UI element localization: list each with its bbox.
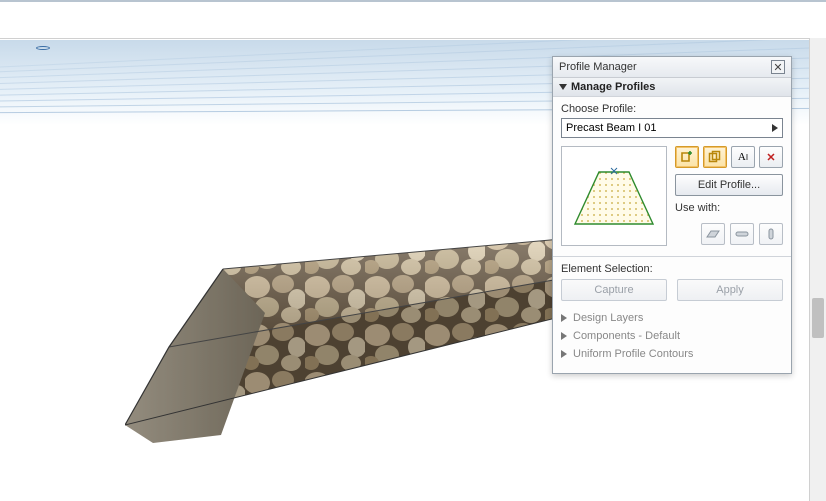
rename-icon: AI (738, 151, 748, 163)
scroll-thumb[interactable] (812, 298, 824, 338)
edit-profile-button[interactable]: Edit Profile... (675, 174, 783, 196)
profile-manager-panel: Profile Manager ✕ Manage Profiles Choose… (552, 56, 792, 374)
section-contours[interactable]: Uniform Profile Contours (561, 345, 783, 363)
rename-profile-button[interactable]: AI (731, 146, 755, 168)
new-profile-icon (680, 150, 694, 164)
choose-profile-label: Choose Profile: (561, 103, 783, 115)
duplicate-profile-button[interactable] (703, 146, 727, 168)
duplicate-profile-icon (708, 150, 722, 164)
panel-close-button[interactable]: ✕ (771, 60, 785, 74)
new-profile-button[interactable] (675, 146, 699, 168)
separator (553, 256, 791, 257)
section-design-layers[interactable]: Design Layers (561, 309, 783, 327)
use-with-column-button[interactable] (759, 223, 783, 245)
wall-icon (706, 228, 720, 240)
column-icon (764, 228, 778, 240)
section-components[interactable]: Components - Default (561, 327, 783, 345)
beam-icon (735, 228, 749, 240)
apply-button[interactable]: Apply (677, 279, 783, 301)
panel-titlebar[interactable]: Profile Manager ✕ (553, 57, 791, 78)
delete-icon: ✕ (766, 151, 775, 164)
edit-profile-label: Edit Profile... (698, 179, 760, 191)
close-icon: ✕ (773, 61, 782, 74)
section-manage-profiles[interactable]: Manage Profiles (553, 78, 791, 97)
profile-dropdown-value: Precast Beam I 01 (566, 122, 657, 134)
section-title: Manage Profiles (571, 81, 655, 93)
delete-profile-button[interactable]: ✕ (759, 146, 783, 168)
chevron-down-icon (559, 84, 567, 90)
section-label: Design Layers (573, 312, 643, 324)
section-label: Components - Default (573, 330, 680, 342)
profile-preview (561, 146, 667, 246)
section-label: Uniform Profile Contours (573, 348, 693, 360)
chevron-right-icon (561, 314, 567, 322)
use-with-wall-button[interactable] (701, 223, 725, 245)
chevron-right-icon (561, 350, 567, 358)
profile-dropdown[interactable]: Precast Beam I 01 (561, 118, 783, 138)
capture-button[interactable]: Capture (561, 279, 667, 301)
use-with-beam-button[interactable] (730, 223, 754, 245)
apply-label: Apply (716, 284, 744, 296)
scrollbar-vertical[interactable] (809, 38, 826, 501)
capture-label: Capture (594, 284, 633, 296)
viewport-divider (0, 38, 809, 39)
element-selection-label: Element Selection: (561, 263, 783, 275)
panel-title: Profile Manager (559, 61, 637, 73)
use-with-label: Use with: (675, 202, 783, 214)
chevron-right-icon (561, 332, 567, 340)
chevron-right-icon (772, 124, 778, 132)
